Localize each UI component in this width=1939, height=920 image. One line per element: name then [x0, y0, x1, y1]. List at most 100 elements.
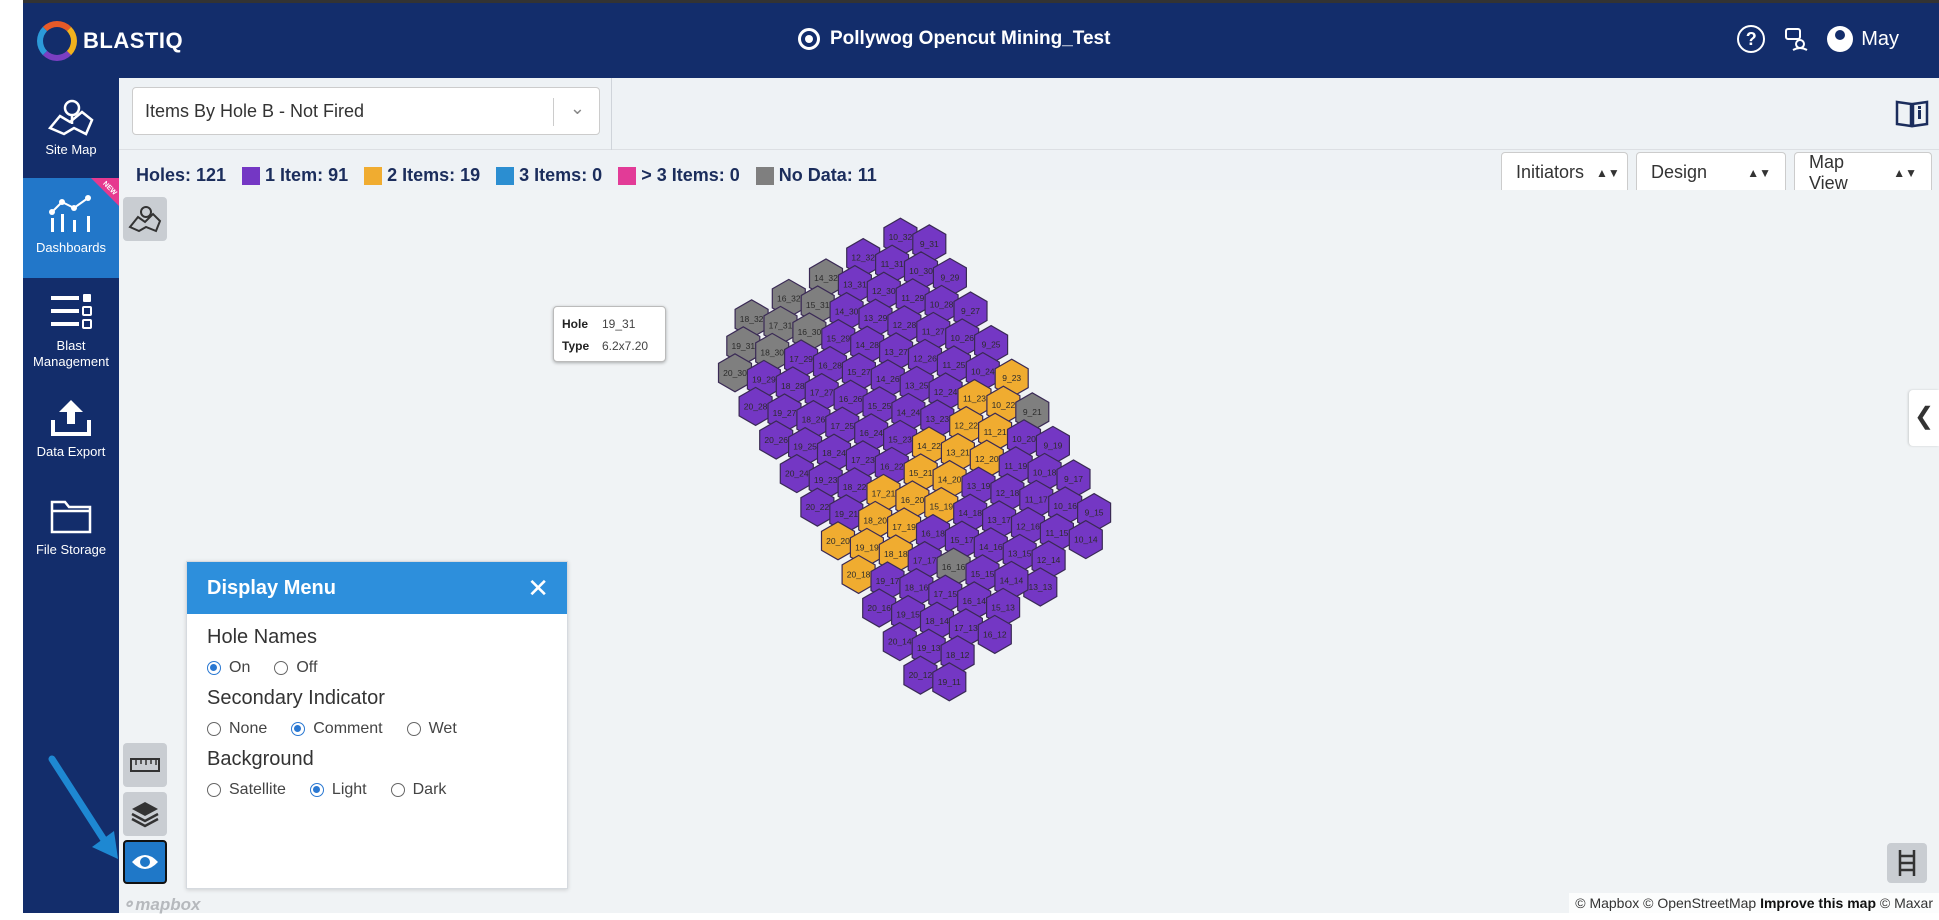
radio-button[interactable] — [274, 661, 289, 675]
radio-hole-names-off[interactable]: Off — [274, 659, 317, 677]
radio-secondary-wet[interactable]: Wet — [406, 720, 457, 738]
tooltip-hole-label: Hole — [562, 317, 589, 331]
view-select[interactable]: Items By Hole B - Not Fired ⌄ — [132, 87, 600, 135]
design-label: Design — [1651, 162, 1708, 182]
sidebar-item-label: File Storage — [35, 542, 107, 557]
display-menu-panel: Display Menu ✕ Hole Names On Off Seconda… — [186, 561, 568, 889]
attribution-mapbox[interactable]: © Mapbox — [1575, 895, 1639, 911]
blast-hole-label: 20_20 — [826, 536, 850, 546]
blast-hole-label: 20_22 — [806, 502, 830, 512]
radio-button[interactable] — [207, 783, 221, 797]
blast-hole-label: 9_23 — [1002, 373, 1021, 383]
sort-arrows-icon: ▲▼ — [1747, 165, 1771, 180]
radio-button[interactable] — [309, 783, 324, 797]
blast-hole-label: 15_25 — [868, 401, 892, 411]
display-menu-title: Display Menu — [207, 577, 336, 599]
sidebar-item-site-map[interactable]: Site Map — [23, 98, 119, 168]
blast-hole-label: 15_13 — [991, 602, 1015, 612]
blast-hole-label: 18_16 — [905, 583, 929, 593]
sidebar-item-data-export[interactable]: Data Export — [23, 396, 119, 476]
radio-button[interactable] — [390, 783, 405, 797]
radio-label: Off — [296, 659, 318, 676]
blast-hole-label: 10_30 — [909, 266, 933, 276]
blast-hole-label: 12_28 — [893, 320, 917, 330]
radio-secondary-none[interactable]: None — [207, 720, 267, 738]
blast-hole-label: 12_22 — [954, 421, 978, 431]
close-icon[interactable]: ✕ — [527, 573, 549, 604]
attribution-osm[interactable]: © OpenStreetMap — [1643, 895, 1756, 911]
legend-swatch — [496, 166, 515, 185]
radio-button[interactable] — [207, 722, 221, 736]
blast-hole-label: 9_27 — [961, 306, 980, 316]
blast-hole-label: 12_14 — [1037, 555, 1061, 565]
blast-hole-label: 13_13 — [1028, 582, 1052, 592]
design-dropdown[interactable]: Design ▲▼ — [1636, 152, 1786, 192]
blast-hole-label: 15_21 — [909, 468, 933, 478]
blast-hole-label: 16_16 — [942, 562, 966, 572]
radio-background-light[interactable]: Light — [309, 781, 367, 799]
blast-hole-label: 11_29 — [901, 293, 924, 303]
feedback-icon[interactable] — [1783, 26, 1809, 52]
display-menu-button[interactable] — [123, 840, 167, 884]
map-view-dropdown[interactable]: Map View ▲▼ — [1794, 152, 1932, 193]
blast-hole-label: 17_21 — [872, 488, 896, 498]
blast-hole-label: 18_14 — [925, 616, 949, 626]
eye-icon — [132, 855, 158, 869]
blast-hole-label: 19_19 — [855, 542, 879, 552]
mapbox-logo[interactable]: ⚬mapbox — [121, 895, 200, 915]
blast-hole-label: 19_17 — [876, 576, 900, 586]
blast-hole-label: 18_18 — [884, 549, 908, 559]
toolbar: Items By Hole B - Not Fired ⌄ — [119, 78, 1939, 150]
sidebar-item-file-storage[interactable]: File Storage — [23, 496, 119, 576]
chevron-down-icon[interactable]: ⌄ — [570, 98, 585, 119]
blast-hole-label: 19_27 — [773, 408, 797, 418]
tooltip-type-row: Type 6.2x7.20 — [562, 335, 657, 357]
tooltip-hole-row: Hole 19_31 — [562, 313, 657, 335]
blast-hole-label: 11_19 — [1004, 461, 1027, 471]
user-menu[interactable]: May — [1827, 26, 1899, 52]
user-name: May — [1861, 27, 1899, 50]
sidebar-item-label: Site Map — [45, 142, 97, 157]
sidebar-item-dashboards[interactable]: NEW Dashboards — [23, 178, 119, 278]
measure-button[interactable] — [123, 743, 167, 787]
radio-background-satellite[interactable]: Satellite — [207, 781, 286, 799]
radio-hole-names-on[interactable]: On — [207, 659, 250, 677]
attribution-maxar[interactable]: © Maxar — [1880, 895, 1933, 911]
logo-ring-icon — [37, 21, 77, 61]
radio-button[interactable] — [291, 722, 306, 736]
project-title: Pollywog Opencut Mining_Test — [830, 28, 1111, 49]
layers-button[interactable] — [123, 792, 167, 836]
sidebar-item-blast-management[interactable]: Blast Management — [23, 292, 119, 382]
blast-hole-label: 19_29 — [752, 374, 776, 384]
blast-hole-label: 14_22 — [917, 441, 941, 451]
ladder-button[interactable] — [1887, 843, 1927, 883]
radio-label: Satellite — [229, 781, 286, 798]
radio-button[interactable] — [406, 722, 421, 736]
help-icon[interactable]: ? — [1737, 25, 1766, 53]
legend-swatch — [618, 166, 637, 185]
blast-hole-label: 15_15 — [971, 569, 995, 579]
blast-hole-label: 9_29 — [940, 272, 959, 282]
radio-button[interactable] — [207, 661, 221, 675]
initiators-dropdown[interactable]: Initiators ▲▼ — [1501, 152, 1628, 192]
blast-hole-label: 13_17 — [987, 515, 1011, 525]
blast-hole-label: 11_23 — [963, 394, 986, 404]
holes-count: Holes: 121 — [136, 165, 227, 185]
book-info-icon[interactable] — [1895, 98, 1929, 128]
legend-item: No Data: 11 — [755, 165, 877, 186]
ladder-icon — [1898, 850, 1916, 876]
ruler-icon — [130, 758, 160, 772]
blast-hole-label: 13_29 — [864, 313, 888, 323]
blast-hole-label: 10_24 — [971, 367, 995, 377]
blast-hole-label: 13_23 — [925, 414, 949, 424]
legend-item: > 3 Items: 0 — [618, 165, 740, 186]
select-separator — [553, 98, 554, 126]
blastiq-logo[interactable]: BLASTIQ — [37, 21, 183, 61]
radio-background-dark[interactable]: Dark — [390, 781, 446, 799]
project-title-wrap[interactable]: Pollywog Opencut Mining_Test — [798, 28, 1110, 50]
radio-secondary-comment[interactable]: Comment — [291, 720, 383, 738]
blast-hole-label: 9_19 — [1043, 440, 1062, 450]
sort-arrows-icon: ▲▼ — [1893, 165, 1917, 180]
improve-map-link[interactable]: Improve this map — [1760, 895, 1876, 911]
blast-hole-label: 16_26 — [839, 394, 863, 404]
